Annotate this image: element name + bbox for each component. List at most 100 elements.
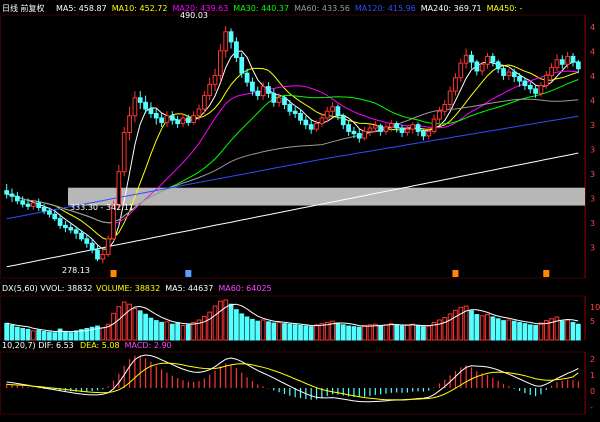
candle — [36, 198, 42, 211]
candle — [84, 234, 90, 248]
price-tick-label: 4 — [590, 97, 595, 106]
candle-body — [68, 227, 74, 231]
macd-legend: 10,20,7) DIF: 6.53 DEA: 5.08 MACD: 2.90 — [2, 341, 172, 350]
candle — [394, 121, 400, 133]
volume-bar — [399, 325, 405, 341]
candle-body — [559, 59, 565, 65]
candle — [132, 91, 138, 123]
price-tick-label: 3 — [590, 121, 595, 130]
volume-bar — [175, 322, 181, 341]
candle — [506, 68, 512, 80]
candle-body — [511, 71, 517, 78]
candle — [527, 82, 533, 94]
candle — [228, 28, 234, 49]
candle — [14, 191, 20, 205]
volume-tick-label: 10 — [590, 303, 600, 312]
volume-bar — [538, 322, 544, 341]
candle — [458, 58, 464, 83]
candle — [169, 111, 175, 125]
volume-bar — [335, 322, 341, 341]
candle-body — [335, 106, 341, 117]
candle — [191, 111, 197, 125]
volume-bar — [244, 316, 250, 341]
volume-bar — [308, 326, 314, 341]
candle-body — [372, 125, 378, 129]
candle — [559, 55, 565, 69]
volume-bar — [14, 326, 20, 341]
candle-body — [180, 117, 186, 125]
volume-bar — [52, 332, 58, 341]
candle — [271, 88, 277, 107]
ma-legend: 日线 前复权 MA5: 458.87 MA10: 452.72 MA20: 439.… — [2, 3, 523, 13]
candle — [549, 63, 554, 80]
candle — [175, 115, 181, 129]
macd-tick-label: 1 — [590, 371, 595, 380]
volume-bar — [410, 323, 416, 341]
volume-bar — [191, 321, 197, 341]
candle — [522, 77, 528, 90]
candle-body — [362, 130, 367, 139]
moving-average-lines — [6, 50, 579, 268]
volume-bar — [511, 320, 517, 341]
volume-bar — [111, 312, 116, 341]
candle-body — [212, 74, 218, 85]
volume-bar — [9, 324, 15, 341]
volume-bar — [255, 320, 261, 341]
candle — [469, 50, 474, 69]
candle-body — [394, 123, 400, 129]
candle-body — [41, 206, 47, 212]
candle-body — [447, 90, 453, 106]
candle-body — [303, 119, 309, 126]
price-axis-labels: 4 4 4 4 3 3 3 3 3 3 — [590, 23, 595, 253]
candle — [303, 115, 309, 130]
candle — [383, 123, 389, 135]
chart-title: 日线 前复权 — [2, 3, 45, 13]
volume-bar — [4, 322, 10, 341]
candle — [153, 109, 159, 125]
volume-bar — [404, 324, 410, 341]
candle — [95, 245, 100, 262]
candle-body — [463, 54, 469, 64]
candle — [218, 44, 223, 83]
candle-body — [437, 110, 442, 120]
candle-body — [340, 115, 346, 126]
candle — [367, 124, 373, 136]
volume-bar — [223, 299, 229, 341]
candle — [479, 62, 485, 76]
candle-body — [517, 76, 522, 82]
volume-bars — [4, 299, 581, 341]
candle-body — [522, 80, 528, 87]
volume-bar — [185, 324, 191, 341]
low-annotation: 278.13 — [62, 266, 90, 275]
candle-body — [282, 97, 287, 106]
price-tick-label: 3 — [590, 244, 595, 253]
legend-value: MA5: 44637 — [165, 284, 213, 293]
candle-body — [47, 210, 52, 215]
candle-body — [426, 130, 432, 137]
event-marker — [110, 270, 117, 277]
candle-body — [89, 242, 95, 251]
candle — [121, 126, 127, 177]
legend-value: MACD: 2.90 — [125, 341, 172, 350]
candle-body — [474, 61, 480, 72]
candlestick-chart[interactable]: 日线 前复权 MA5: 458.87 MA10: 452.72 MA20: 439.… — [0, 0, 600, 418]
ma-values: MA5: 458.87 MA10: 452.72 MA20: 439.63 MA30:… — [56, 4, 523, 13]
candle — [399, 124, 405, 137]
candle — [319, 113, 325, 127]
candle-body — [367, 127, 373, 132]
volume-bar — [234, 309, 239, 341]
candle-body — [378, 125, 384, 132]
event-markers — [110, 270, 550, 277]
volume-bar — [479, 315, 485, 341]
candle-body — [132, 97, 138, 117]
candle-body — [223, 31, 229, 52]
candle-body — [250, 81, 255, 92]
volume-bar — [292, 324, 298, 341]
volume-bar — [159, 321, 164, 341]
volume-bar — [469, 310, 474, 341]
candle — [148, 102, 154, 118]
volume-bar — [287, 323, 293, 341]
volume-bar — [565, 319, 571, 341]
candle-body — [73, 229, 79, 234]
volume-bar — [207, 311, 213, 341]
